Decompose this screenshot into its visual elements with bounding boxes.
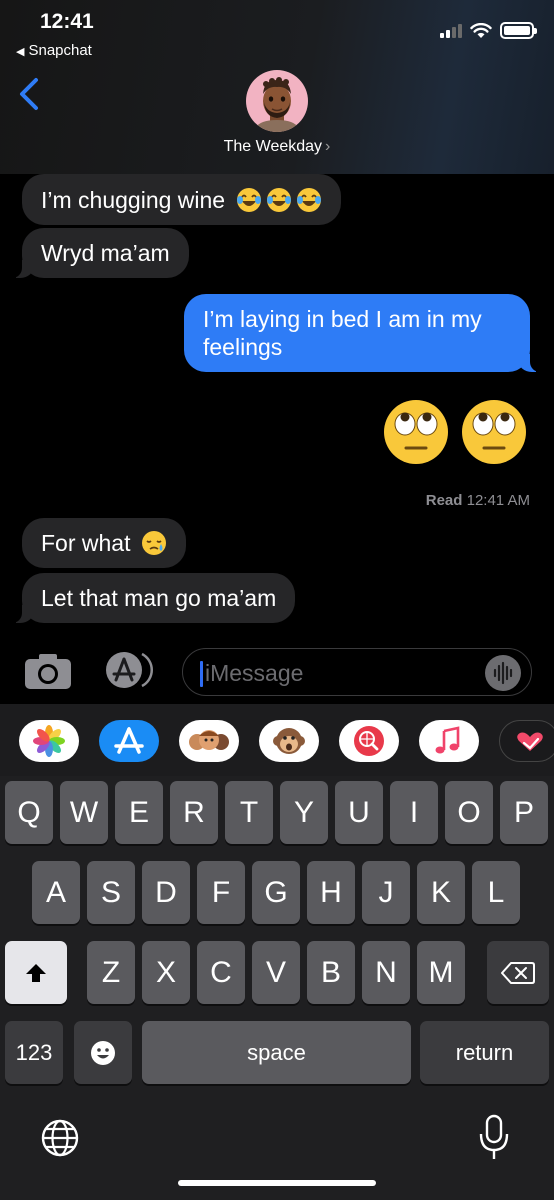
key-w[interactable]: W [60,781,108,844]
key-c[interactable]: C [197,941,245,1004]
contact-name: The Weekday [223,138,323,155]
key-e[interactable]: E [115,781,163,844]
memoji-stickers-button[interactable] [179,720,239,762]
key-t[interactable]: T [225,781,273,844]
digital-touch-button[interactable] [499,720,554,762]
read-label: Read [425,492,463,509]
key-u[interactable]: U [335,781,383,844]
message-text: Wryd ma’am [41,240,170,266]
battery-icon [500,22,537,39]
back-to-app-link[interactable]: ◀ Snapchat [16,42,92,59]
cellular-signal-icon [440,23,462,38]
key-n[interactable]: N [362,941,410,1004]
message-text: I’m chugging wine [41,187,226,213]
chevron-right-icon: › [325,138,331,155]
key-g[interactable]: G [252,861,300,924]
app-store-icon[interactable] [104,650,156,690]
imessage-app-drawer [0,704,554,776]
numbers-key[interactable]: 123 [5,1021,63,1084]
key-o[interactable]: O [445,781,493,844]
space-key[interactable]: space [142,1021,411,1084]
microphone-icon[interactable] [478,1114,510,1162]
search-images-button[interactable] [339,720,399,762]
key-y[interactable]: Y [280,781,328,844]
key-a[interactable]: A [32,861,80,924]
back-triangle-icon: ◀ [16,46,25,58]
face-with-rolling-eyes-icon[interactable] [460,398,528,466]
key-l[interactable]: L [472,861,520,924]
app-store-icon [114,727,144,754]
message-bubble-incoming[interactable]: I’m chugging wine [22,174,341,225]
heart-hand-icon [517,732,543,751]
key-h[interactable]: H [307,861,355,924]
face-with-tears-of-joy-icon [266,188,291,212]
key-d[interactable]: D [142,861,190,924]
key-q[interactable]: Q [5,781,53,844]
globe-search-icon [354,726,384,756]
contact-name-button[interactable]: The Weekday › [0,138,554,156]
sleepy-face-icon [141,531,166,555]
key-m[interactable]: M [417,941,465,1004]
imessage-placeholder: iMessage [205,660,304,686]
face-with-rolling-eyes-icon[interactable] [382,398,450,466]
memoji-avatar-icon [254,77,300,132]
backspace-icon [501,961,535,984]
key-f[interactable]: F [197,861,245,924]
key-r[interactable]: R [170,781,218,844]
contact-avatar[interactable] [246,70,308,132]
read-receipt: Read 12:41 AM [426,492,530,509]
key-j[interactable]: J [362,861,410,924]
key-x[interactable]: X [142,941,190,1004]
photos-icon [33,725,65,757]
key-i[interactable]: I [390,781,438,844]
key-k[interactable]: K [417,861,465,924]
conversation-header: 12:41 ◀ Snapchat The Weekday › [0,0,554,174]
animoji-button[interactable] [259,720,319,762]
emoji-smiley-icon [91,1040,115,1065]
return-key[interactable]: return [420,1021,549,1084]
message-bubble-incoming[interactable]: Wryd ma’am [10,228,189,278]
key-s[interactable]: S [87,861,135,924]
key-z[interactable]: Z [87,941,135,1004]
message-text: I’m laying in bed I am in my feelings [203,306,482,360]
key-b[interactable]: B [307,941,355,1004]
key-v[interactable]: V [252,941,300,1004]
music-button[interactable] [419,720,479,762]
message-bubble-incoming[interactable]: Let that man go ma’am [9,573,296,623]
wifi-icon [470,22,492,38]
composer-bar: iMessage [0,640,554,704]
key-p[interactable]: P [500,781,548,844]
app-store-button[interactable] [99,720,159,762]
audio-message-button[interactable] [485,655,521,691]
home-indicator[interactable] [178,1180,376,1186]
status-indicators [440,22,537,39]
back-app-label: Snapchat [28,42,92,59]
imessage-input[interactable]: iMessage [182,648,532,696]
message-text: Let that man go ma’am [41,585,277,611]
text-cursor [200,661,203,687]
face-with-tears-of-joy-icon [236,188,261,212]
read-time: 12:41 AM [466,492,530,509]
camera-icon[interactable] [24,654,72,690]
music-note-icon [435,726,460,754]
back-chevron-icon[interactable] [14,74,46,114]
emoji-key[interactable] [74,1021,132,1084]
shift-arrow-icon [26,963,46,982]
face-with-tears-of-joy-icon [296,188,321,212]
status-time: 12:41 [40,10,94,33]
memoji-stickers-icon [189,730,229,750]
message-text: For what [41,530,131,556]
message-bubble-incoming[interactable]: For what [22,518,186,568]
waveform-icon [493,661,513,685]
globe-icon[interactable] [40,1118,80,1158]
photos-app-button[interactable] [19,720,79,762]
delete-key[interactable] [487,941,549,1004]
shift-key[interactable] [5,941,67,1004]
message-bubble-outgoing[interactable]: I’m laying in bed I am in my feelings [184,294,542,372]
monkey-icon [273,728,305,754]
